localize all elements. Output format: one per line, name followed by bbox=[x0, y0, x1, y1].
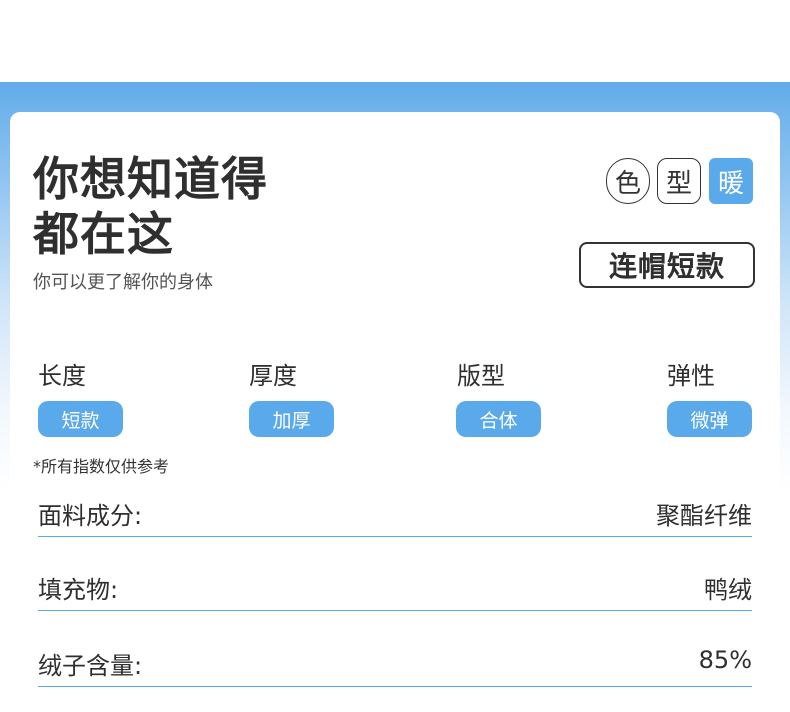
attribute-label-length: 长度 bbox=[38, 362, 86, 390]
tag-color[interactable]: 色 bbox=[606, 158, 650, 204]
reference-note: *所有指数仅供参考 bbox=[33, 457, 170, 476]
spec-key: 面料成分: bbox=[38, 502, 143, 530]
attribute-value-length: 短款 bbox=[38, 401, 123, 437]
headline-subtitle: 你可以更了解你的身体 bbox=[33, 272, 213, 293]
spec-value: 85% bbox=[698, 646, 752, 674]
attribute-value-thickness: 加厚 bbox=[249, 401, 334, 437]
spec-row-filling: 填充物: 鸭绒 bbox=[38, 570, 752, 611]
spec-row-fabric: 面料成分: 聚酯纤维 bbox=[38, 496, 752, 537]
tag-warmth-active[interactable]: 暖 bbox=[709, 158, 753, 204]
spec-key: 绒子含量: bbox=[38, 652, 143, 680]
headline-line-2: 都在这 bbox=[33, 207, 174, 261]
attribute-label-fit: 版型 bbox=[457, 362, 505, 390]
spec-value: 聚酯纤维 bbox=[656, 502, 752, 530]
model-label: 连帽短款 bbox=[579, 242, 755, 288]
tag-fit[interactable]: 型 bbox=[657, 158, 701, 204]
attribute-label-thickness: 厚度 bbox=[249, 362, 297, 390]
attribute-value-fit: 合体 bbox=[456, 401, 541, 437]
attribute-label-elasticity: 弹性 bbox=[667, 362, 715, 390]
attribute-value-elasticity: 微弹 bbox=[667, 401, 752, 437]
spec-row-down-content: 绒子含量: 85% bbox=[38, 646, 752, 687]
headline-line-1: 你想知道得 bbox=[33, 152, 268, 206]
spec-key: 填充物: bbox=[38, 576, 119, 604]
spec-value: 鸭绒 bbox=[704, 576, 752, 604]
